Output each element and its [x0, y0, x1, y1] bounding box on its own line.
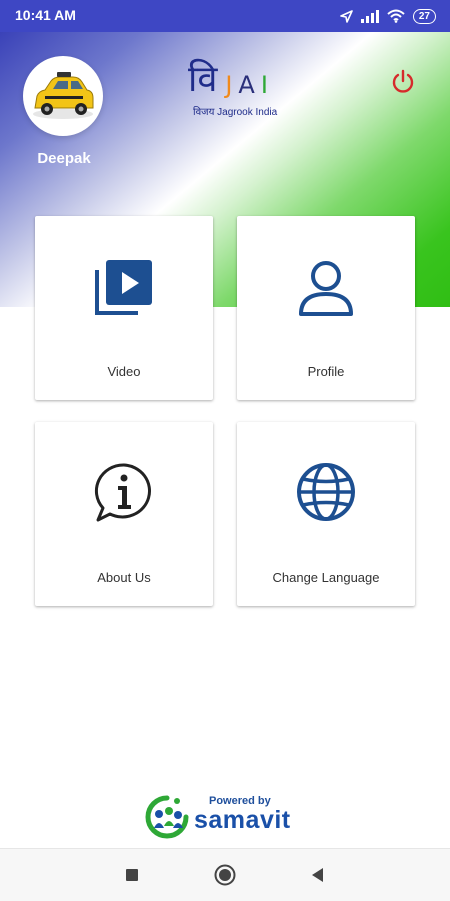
samavit-wordmark: samavit: [194, 806, 291, 834]
status-bar: 10:41 AM 27: [0, 0, 450, 32]
powered-by-brand: Powered by samavit: [144, 790, 314, 842]
system-nav-bar: [0, 848, 450, 901]
video-card[interactable]: Video: [35, 216, 213, 400]
status-time: 10:41 AM: [15, 7, 76, 23]
logo-letter-j: J: [225, 71, 233, 99]
app-logo: वि J A I विजय Jagrook India: [188, 58, 308, 120]
home-circle-icon: [214, 864, 236, 886]
samavit-logo-icon: [145, 795, 189, 839]
logo-letter-a: A: [238, 71, 255, 99]
profile-label: Profile: [307, 364, 345, 379]
battery-icon: 27: [412, 8, 436, 24]
logo-letter-i: I: [260, 71, 268, 99]
back-triangle-icon: [312, 868, 323, 882]
change-language-label: Change Language: [272, 570, 380, 585]
video-library-icon: [95, 260, 152, 315]
wifi-icon: [387, 9, 405, 23]
power-icon: [392, 69, 414, 93]
logo-letter-vi: वि: [188, 59, 218, 100]
avatar[interactable]: [23, 56, 103, 136]
about-us-label: About Us: [97, 570, 151, 585]
person-icon: [299, 261, 353, 316]
profile-card[interactable]: Profile: [237, 216, 415, 400]
taxi-car-icon: [33, 72, 94, 119]
video-label: Video: [107, 364, 141, 379]
location-icon: [340, 9, 353, 23]
globe-icon: [297, 463, 355, 521]
info-chat-icon: [94, 463, 151, 522]
back-button[interactable]: [306, 863, 330, 887]
home-button[interactable]: [213, 863, 237, 887]
logout-button[interactable]: [390, 68, 416, 94]
recents-square-icon: [126, 869, 138, 881]
user-name: Deepak: [37, 150, 91, 167]
signal-icon: [360, 9, 379, 23]
change-language-card[interactable]: Change Language: [237, 422, 415, 606]
logo-subtitle: विजय Jagrook India: [193, 107, 278, 118]
status-icons: 27: [340, 7, 436, 25]
about-us-card[interactable]: About Us: [35, 422, 213, 606]
recents-button[interactable]: [120, 863, 144, 887]
logo-wordmark: वि J A I: [188, 58, 268, 100]
